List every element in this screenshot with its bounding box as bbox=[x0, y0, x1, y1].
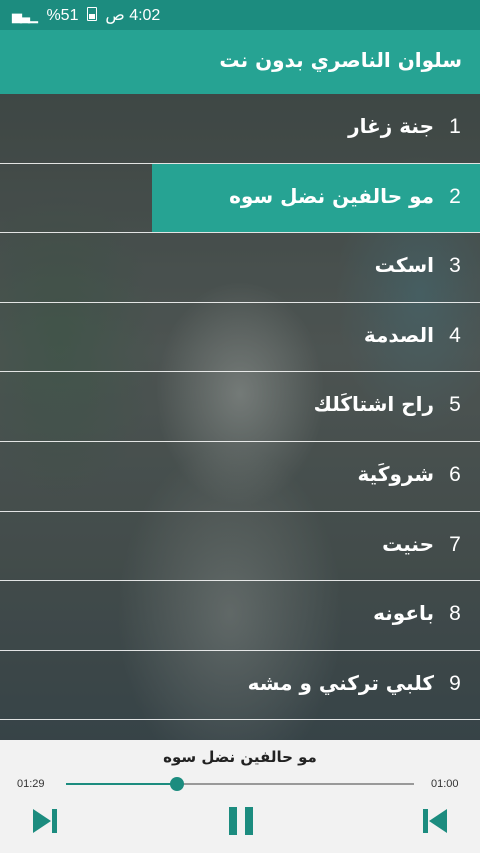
battery-level: %51 bbox=[46, 7, 79, 24]
battery-icon bbox=[86, 7, 97, 21]
next-button[interactable] bbox=[30, 806, 60, 836]
playlist-item[interactable]: 2 مو حالفين نضل سوه bbox=[0, 163, 480, 234]
track-number: 2 bbox=[449, 184, 461, 208]
track-title: كلبي تركني و مشه bbox=[247, 670, 434, 695]
track-title: شروكَية bbox=[357, 461, 434, 486]
track-number: 8 bbox=[449, 602, 461, 626]
seek-thumb[interactable] bbox=[170, 777, 185, 791]
playlist-item[interactable]: 6 شروكَية bbox=[0, 442, 480, 512]
previous-button[interactable] bbox=[420, 806, 450, 836]
track-title: مو حالفين نضل سوه bbox=[229, 183, 434, 208]
track-title: راح اشتاكَلك bbox=[313, 392, 434, 417]
track-number: 7 bbox=[449, 532, 461, 556]
track-number: 1 bbox=[449, 115, 461, 138]
now-playing-title: مو حالفين نضل سوه bbox=[163, 748, 317, 766]
app-title: سلوان الناصري بدون نت bbox=[219, 48, 462, 72]
track-title: حنيت bbox=[382, 531, 434, 556]
app-bar: سلوان الناصري بدون نت bbox=[0, 30, 480, 94]
playlist-item[interactable]: 5 راح اشتاكَلك bbox=[0, 372, 480, 442]
player-bar: مو حالفين نضل سوه 01:29 01:00 bbox=[0, 740, 480, 853]
playlist-item[interactable]: 7 حنيت bbox=[0, 512, 480, 582]
previous-icon bbox=[423, 809, 447, 833]
playlist-item[interactable]: 8 باعونه bbox=[0, 581, 480, 651]
next-icon bbox=[33, 809, 57, 833]
track-title: باعونه bbox=[373, 601, 434, 626]
status-time: 4:02 ص bbox=[105, 7, 161, 24]
seek-bar[interactable] bbox=[66, 777, 414, 791]
track-number: 4 bbox=[449, 323, 461, 347]
seek-progress bbox=[66, 783, 178, 785]
status-info: 4:02 ص %51 ▁▃▅ bbox=[6, 5, 160, 25]
track-number: 6 bbox=[449, 462, 461, 486]
duration-time: 01:29 bbox=[17, 778, 45, 790]
track-number: 5 bbox=[449, 393, 461, 417]
signal-icon: ▁▃▅ bbox=[12, 8, 38, 23]
playlist-item[interactable]: 3 اسكت bbox=[0, 233, 480, 303]
playlist-item[interactable]: 1 جنة زغار bbox=[0, 94, 480, 164]
track-title: اسكت bbox=[374, 253, 434, 278]
playlist-item[interactable]: 4 الصدمة bbox=[0, 303, 480, 373]
track-title: جنة زغار bbox=[348, 114, 434, 138]
playlist: 1 جنة زغار 2 مو حالفين نضل سوه 3 اسكت 4 الصدمة 5… bbox=[0, 94, 480, 740]
pause-button[interactable] bbox=[226, 806, 256, 836]
track-title: الصدمة bbox=[363, 322, 434, 347]
elapsed-time: 01:00 bbox=[431, 778, 459, 790]
pause-icon bbox=[229, 807, 253, 835]
status-bar: 4:02 ص %51 ▁▃▅ bbox=[0, 0, 480, 30]
playlist-item[interactable]: 9 كلبي تركني و مشه bbox=[0, 651, 480, 721]
track-number: 3 bbox=[449, 254, 461, 278]
track-number: 9 bbox=[449, 671, 461, 695]
